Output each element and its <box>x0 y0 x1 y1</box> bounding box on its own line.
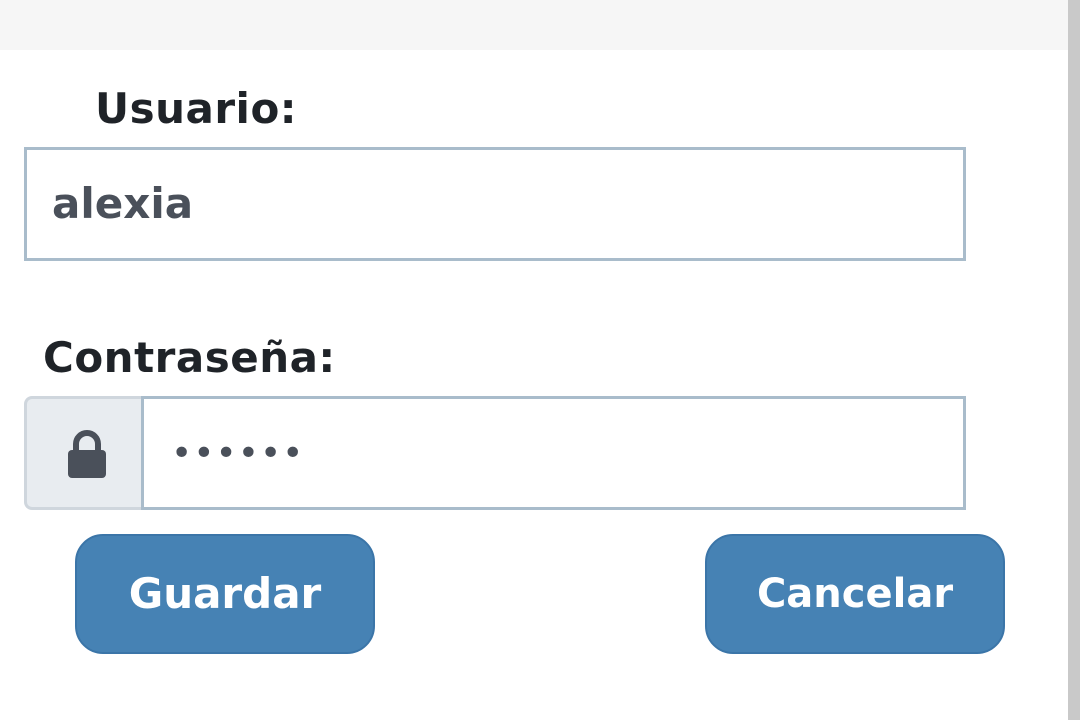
username-value: alexia <box>52 179 194 228</box>
lock-icon <box>68 430 106 478</box>
cancel-button[interactable]: Cancelar <box>705 534 1005 654</box>
username-label: Usuario: <box>95 84 298 133</box>
password-label: Contraseña: <box>43 333 336 382</box>
password-value: •••••• <box>171 433 305 474</box>
top-bar <box>0 0 1068 50</box>
password-field[interactable]: •••••• <box>141 396 966 510</box>
username-field[interactable]: alexia <box>24 147 966 261</box>
save-button[interactable]: Guardar <box>75 534 375 654</box>
password-addon <box>24 396 144 510</box>
password-input-group: •••••• <box>24 396 966 510</box>
scrollbar[interactable] <box>1068 0 1080 720</box>
